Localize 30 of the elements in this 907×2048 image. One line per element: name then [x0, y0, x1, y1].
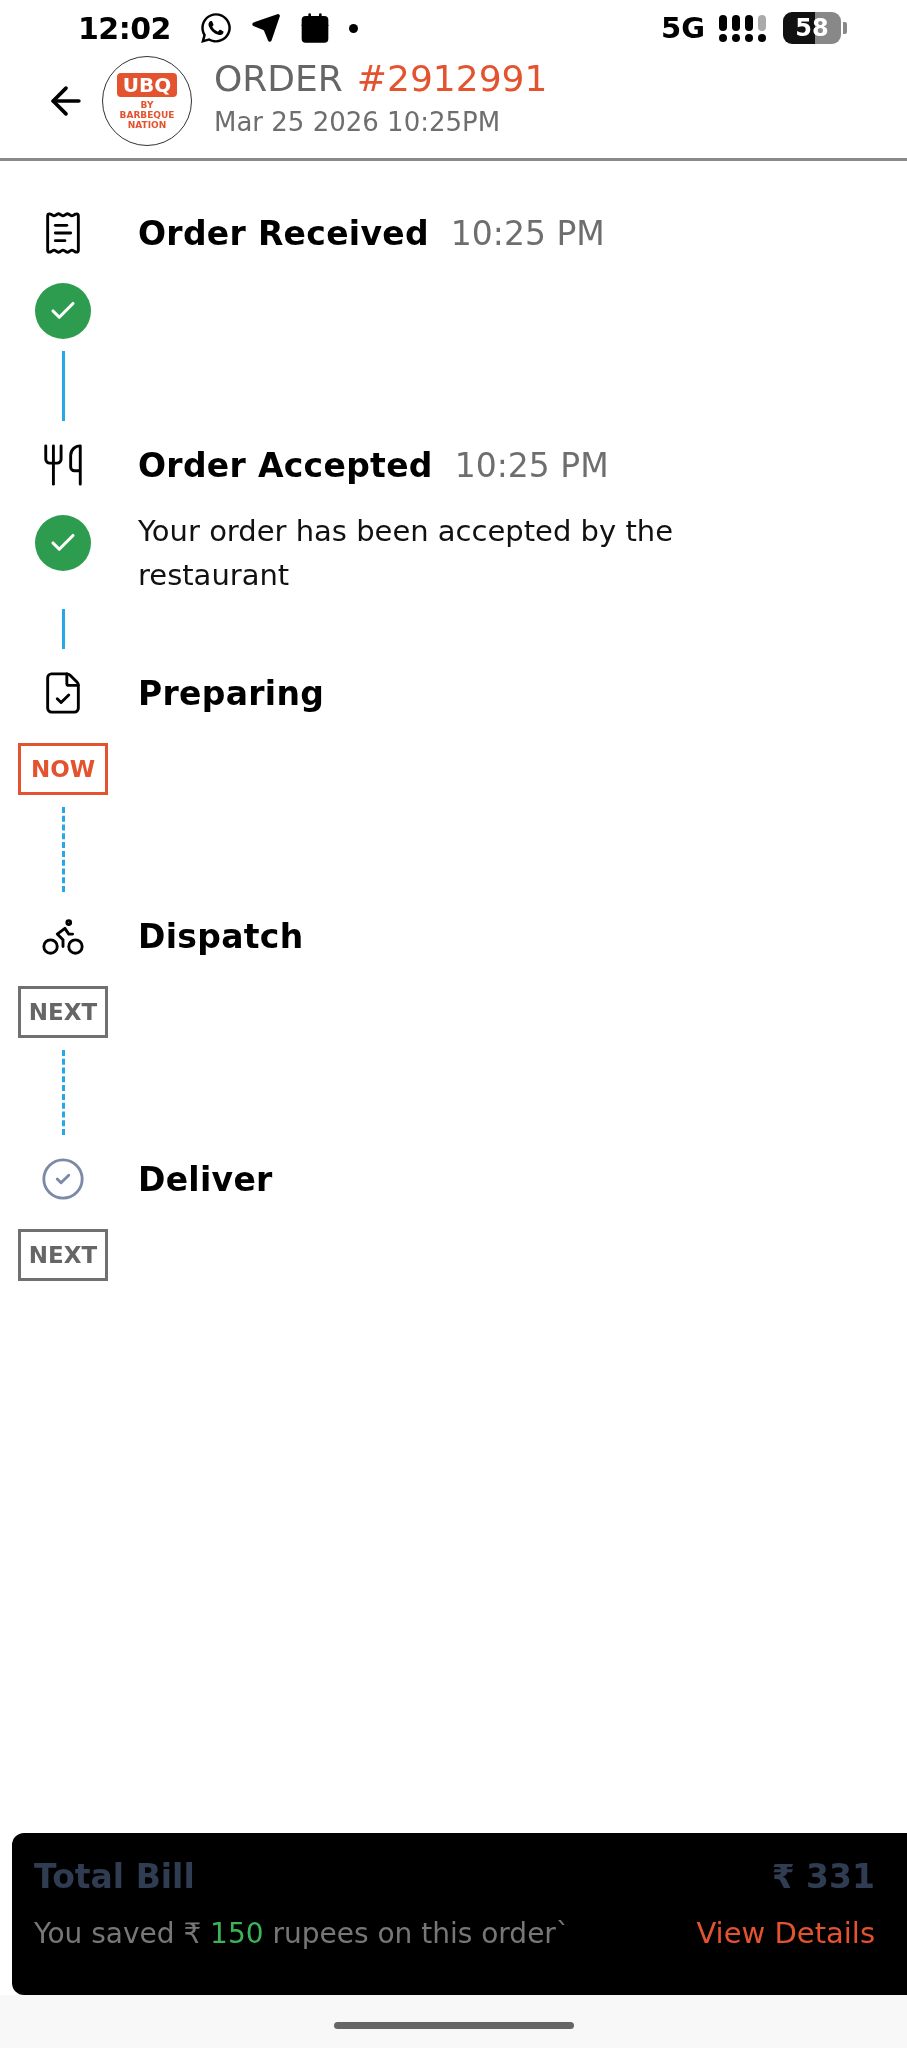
status-time: 12:02 — [78, 10, 171, 46]
notification-dot-icon — [349, 23, 358, 33]
now-badge: NOW — [18, 743, 108, 795]
order-date: Mar 25 2026 10:25PM — [214, 107, 502, 137]
step-title: Order Received — [138, 213, 429, 253]
step-description: Your order has been accepted by the restaurant — [137, 513, 674, 594]
savings-text: You saved ₹ 150 rupees on this order` — [34, 1916, 570, 1950]
step-title: Preparing — [138, 673, 325, 713]
step-time: 10:25 PM — [450, 213, 605, 253]
view-details-link[interactable]: View Details — [696, 1916, 875, 1950]
step-title: Deliver — [138, 1159, 273, 1199]
step-time: 10:25 PM — [454, 445, 609, 485]
next-badge: NEXT — [18, 1229, 108, 1281]
calendar-icon — [299, 12, 331, 44]
logo-mark: UBQ — [116, 72, 178, 97]
check-circle-icon — [40, 1156, 86, 1202]
timeline-connector — [61, 609, 65, 649]
timeline-connector — [61, 351, 65, 421]
logo-tagline: BY BARBEQUE NATION — [118, 99, 176, 130]
total-bill-amount: ₹ 331 — [771, 1857, 875, 1896]
network-type: 5G — [661, 11, 705, 45]
next-badge: NEXT — [18, 986, 108, 1038]
step-title: Dispatch — [138, 916, 304, 956]
order-number: #2912991 — [356, 57, 548, 101]
step-title: Order Accepted — [138, 445, 433, 485]
order-title: ORDER — [214, 57, 343, 101]
chat-bubble-icon — [199, 11, 233, 45]
total-bill-label: Total Bill — [34, 1857, 195, 1896]
paper-plane-icon — [251, 13, 281, 43]
battery-level: 58 — [783, 12, 841, 44]
